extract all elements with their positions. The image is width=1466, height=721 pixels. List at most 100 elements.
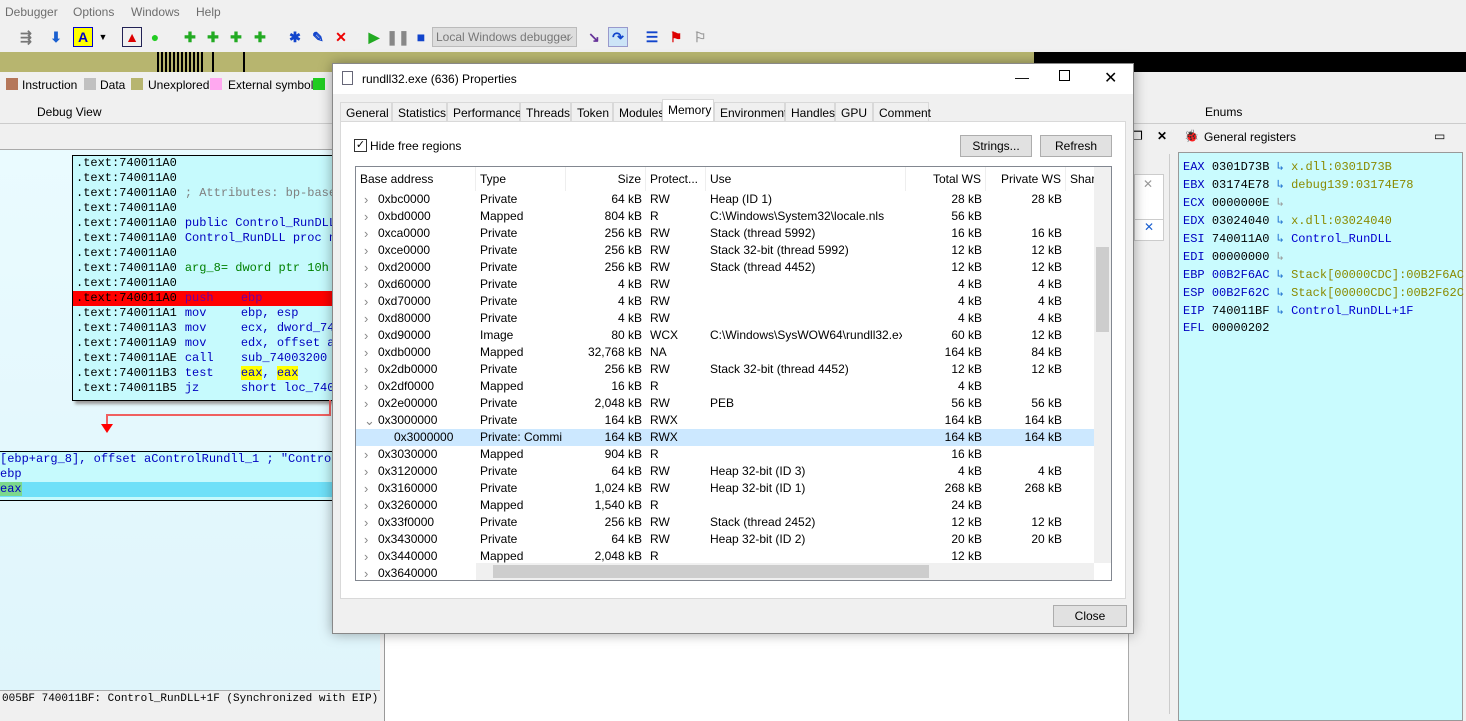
expand-icon[interactable]: › xyxy=(364,378,368,395)
table-row[interactable]: 0xd80000 Private 4 kB RW 4 kB 4 kB › xyxy=(356,310,1094,327)
tab-comment[interactable]: Comment xyxy=(873,102,931,122)
table-row[interactable]: 0x2db0000 Private 256 kB RW Stack 32-bit (th… xyxy=(356,361,1094,378)
table-row[interactable]: 0x3160000 Private 1,024 kB RW Heap 32-bit (I… xyxy=(356,480,1094,497)
expand-icon[interactable]: › xyxy=(364,191,368,208)
register-ebx[interactable]: EBX 03174E78 ↳ debug139:03174E78 xyxy=(1183,177,1413,195)
column-header[interactable]: Use xyxy=(706,167,906,191)
expand-icon[interactable]: › xyxy=(364,276,368,293)
tab-memory[interactable]: Memory xyxy=(662,99,714,122)
tab-modules[interactable]: Modules xyxy=(613,102,664,122)
step-into-icon[interactable]: ↘ xyxy=(584,27,604,47)
expand-icon[interactable]: › xyxy=(364,565,368,580)
maximize-button[interactable] xyxy=(1059,70,1070,81)
expand-icon[interactable]: › xyxy=(364,225,368,242)
text-color-icon[interactable]: A xyxy=(73,27,93,47)
hide-free-checkbox[interactable]: ✓ xyxy=(354,139,367,152)
register-target[interactable]: x.dll:0301D73B xyxy=(1291,160,1392,174)
register-value[interactable]: 03174E78 xyxy=(1212,178,1270,192)
table-row[interactable]: 0x3000000 Private: Commit 164 kB RWX 164 kB 1… xyxy=(356,429,1094,446)
register-esp[interactable]: ESP 00B2F62C ↳ Stack[00000CDC]:00B2F62C xyxy=(1183,285,1464,303)
register-value[interactable]: 00B2F6AC xyxy=(1212,268,1270,282)
close-window-button[interactable]: ✕ xyxy=(1104,68,1117,88)
add-breakpoint-icon[interactable]: ⚑ xyxy=(666,27,686,47)
jump-down-icon[interactable]: ⬇ xyxy=(46,27,66,47)
minimize-button[interactable]: — xyxy=(1015,69,1029,85)
strings-button[interactable]: Strings... xyxy=(960,135,1032,157)
expand-icon[interactable]: › xyxy=(364,293,368,310)
asterisk-icon[interactable]: ✱ xyxy=(285,27,305,47)
table-row[interactable]: 0xbc0000 Private 64 kB RW Heap (ID 1) 28 kB 28… xyxy=(356,191,1094,208)
table-row[interactable]: 0x3120000 Private 64 kB RW Heap 32-bit (ID 3… xyxy=(356,463,1094,480)
register-value[interactable]: 00000202 xyxy=(1212,321,1270,335)
table-row[interactable]: 0xd60000 Private 4 kB RW 4 kB 4 kB › xyxy=(356,276,1094,293)
register-value[interactable]: 03024040 xyxy=(1212,214,1270,228)
table-row[interactable]: 0x3260000 Mapped 1,540 kB R 24 kB › xyxy=(356,497,1094,514)
expand-icon[interactable]: › xyxy=(364,463,368,480)
table-row[interactable]: 0x3430000 Private 64 kB RW Heap 32-bit (ID 2… xyxy=(356,531,1094,548)
delete-breakpoint-icon[interactable]: ⚐ xyxy=(690,27,710,47)
table-row[interactable]: 0xce0000 Private 256 kB RW Stack 32-bit (thr… xyxy=(356,242,1094,259)
expand-icon[interactable]: › xyxy=(364,361,368,378)
register-target[interactable]: Control_RunDLL+1F xyxy=(1291,304,1413,318)
column-header[interactable]: Private WS xyxy=(986,167,1066,191)
register-efl[interactable]: EFL 00000202 xyxy=(1183,321,1269,339)
register-eip[interactable]: EIP 740011BF ↳ Control_RunDLL+1F xyxy=(1183,303,1413,321)
close-icon[interactable]: ✕ xyxy=(1157,129,1167,143)
register-value[interactable]: 0000000E xyxy=(1212,196,1270,210)
collapse-icon[interactable]: ⌄ xyxy=(364,412,375,429)
expand-icon[interactable]: › xyxy=(364,480,368,497)
table-row[interactable]: 0xdb0000 Mapped 32,768 kB NA 164 kB 84 kB › xyxy=(356,344,1094,361)
table-row[interactable]: 0xca0000 Private 256 kB RW Stack (thread 599… xyxy=(356,225,1094,242)
menu-debugger[interactable]: Debugger xyxy=(5,5,58,19)
column-header[interactable]: Shar xyxy=(1066,167,1096,191)
register-target[interactable]: debug139:03174E78 xyxy=(1291,178,1413,192)
add-code-icon[interactable]: ✚ xyxy=(180,27,200,47)
expand-icon[interactable]: › xyxy=(364,344,368,361)
expand-icon[interactable]: › xyxy=(364,310,368,327)
column-header[interactable]: Protect... xyxy=(646,167,706,191)
register-target[interactable]: Stack[00000CDC]:00B2F6AC xyxy=(1291,268,1464,282)
maximize-icon[interactable]: ▭ xyxy=(1434,129,1445,143)
table-row[interactable]: 0xd20000 Private 256 kB RW Stack (thread 445… xyxy=(356,259,1094,276)
tab-environment[interactable]: Environment xyxy=(714,102,787,122)
table-row[interactable]: 0xd90000 Image 80 kB WCX C:\Windows\SysWOW64… xyxy=(356,327,1094,344)
column-header[interactable]: Total WS xyxy=(906,167,986,191)
column-header[interactable]: Base address xyxy=(356,167,476,191)
expand-icon[interactable]: › xyxy=(364,242,368,259)
register-ebp[interactable]: EBP 00B2F6AC ↳ Stack[00000CDC]:00B2F6AC xyxy=(1183,267,1464,285)
debugger-select[interactable]: Local Windows debugger ⌵ xyxy=(432,27,577,47)
tab-enums[interactable]: Enums xyxy=(1205,105,1242,119)
menu-windows[interactable]: Windows xyxy=(131,5,180,19)
tab-debug-view[interactable]: Debug View xyxy=(37,105,102,119)
edit-icon[interactable]: ✎ xyxy=(308,27,328,47)
refresh-button[interactable]: Refresh xyxy=(1040,135,1112,157)
dropdown-icon[interactable]: ▼ xyxy=(93,27,113,47)
clear-icon[interactable]: ✕ xyxy=(1134,219,1164,241)
table-row[interactable]: 0xbd0000 Mapped 804 kB R C:\Windows\System32… xyxy=(356,208,1094,225)
register-edi[interactable]: EDI 00000000 ↳ xyxy=(1183,249,1284,267)
pause-icon[interactable]: ❚❚ xyxy=(386,27,409,47)
table-row[interactable]: 0x2df0000 Mapped 16 kB R 4 kB › xyxy=(356,378,1094,395)
register-edx[interactable]: EDX 03024040 ↳ x.dll:03024040 xyxy=(1183,213,1392,231)
tab-performance[interactable]: Performance xyxy=(447,102,522,122)
register-target[interactable]: Control_RunDLL xyxy=(1291,232,1392,246)
register-target[interactable]: Stack[00000CDC]:00B2F62C xyxy=(1291,286,1464,300)
tab-statistics[interactable]: Statistics xyxy=(392,102,447,122)
green-circle-icon[interactable]: ● xyxy=(145,27,165,47)
table-row[interactable]: 0x2e00000 Private 2,048 kB RW PEB 56 kB 56 kB › xyxy=(356,395,1094,412)
add-data-icon[interactable]: ✚ xyxy=(203,27,223,47)
register-esi[interactable]: ESI 740011A0 ↳ Control_RunDLL xyxy=(1183,231,1392,249)
graph-icon[interactable]: ⇶ xyxy=(16,27,36,47)
expand-icon[interactable]: › xyxy=(364,208,368,225)
register-value[interactable]: 00B2F62C xyxy=(1212,286,1270,300)
register-ecx[interactable]: ECX 0000000E ↳ xyxy=(1183,195,1284,213)
table-row[interactable]: 0x3000000 Private 164 kB RWX 164 kB 164 kB ⌄ xyxy=(356,412,1094,429)
expand-icon[interactable]: › xyxy=(364,327,368,344)
close-button[interactable]: Close xyxy=(1053,605,1127,627)
expand-icon[interactable]: › xyxy=(364,514,368,531)
register-target[interactable]: x.dll:03024040 xyxy=(1291,214,1392,228)
breakpoint-list-icon[interactable]: ☰ xyxy=(642,27,662,47)
table-row[interactable]: 0x33f0000 Private 256 kB RW Stack (thread 24… xyxy=(356,514,1094,531)
table-row[interactable]: 0xd70000 Private 4 kB RW 4 kB 4 kB › xyxy=(356,293,1094,310)
register-value[interactable]: 0301D73B xyxy=(1212,160,1270,174)
